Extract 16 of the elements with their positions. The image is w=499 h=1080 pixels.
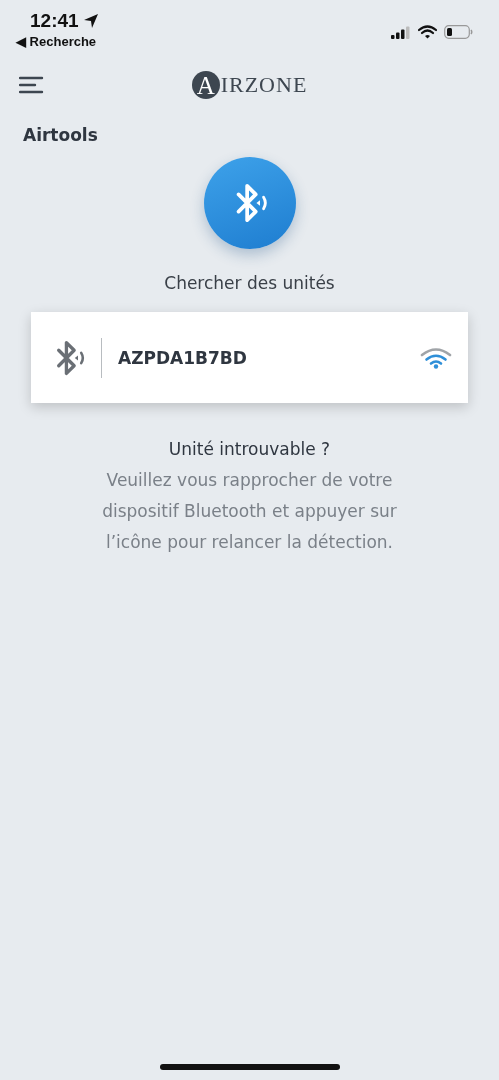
- device-name: AZPDA1B7BD: [118, 347, 248, 368]
- menu-icon[interactable]: [19, 76, 44, 94]
- bluetooth-scan-button[interactable]: [203, 157, 296, 249]
- status-time: 12:41: [30, 10, 79, 32]
- cellular-signal-icon: [391, 25, 411, 39]
- help-title: Unité introuvable ?: [168, 439, 331, 459]
- section-title: Airtools: [23, 125, 98, 145]
- location-arrow-icon: [82, 13, 99, 29]
- device-card[interactable]: AZPDA1B7BD: [31, 312, 468, 403]
- back-link[interactable]: ◀ Recherche: [16, 34, 99, 49]
- wifi-signal-icon: [420, 346, 452, 369]
- scan-label: Chercher des unités: [164, 273, 335, 293]
- help-text: Veuillez vous rapprocher de votre dispositif Bluetooth et appuyer sur l’icône pour relancer la détection.: [101, 469, 398, 554]
- battery-icon: [444, 25, 473, 39]
- airzone-logo: A IRZONE: [191, 71, 308, 99]
- wifi-icon: [418, 25, 437, 39]
